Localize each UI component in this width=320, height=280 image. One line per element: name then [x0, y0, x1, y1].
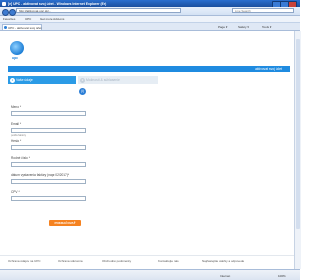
- favorite-item-addons[interactable]: Get more Add-ons: [40, 17, 64, 21]
- birth-number-label: Rodné číslo *: [11, 156, 30, 160]
- continue-button[interactable]: POKRAČOVAŤ: [49, 220, 81, 226]
- page-header-strip: aktivovat svoj účet: [8, 66, 290, 72]
- footer-link-contact[interactable]: Kontaktujte nás: [158, 259, 179, 263]
- forward-icon[interactable]: [9, 8, 16, 16]
- invoice-date-field[interactable]: [11, 179, 86, 184]
- page-content: upc aktivovat svoj účet 1 Vaše údaje 2 M…: [0, 31, 294, 269]
- favorites-button[interactable]: Favorites: [3, 17, 15, 21]
- tab-label: UPC - aktivovat svoj účet: [8, 26, 42, 31]
- status-bar: Internet 100%: [0, 269, 300, 280]
- password-field[interactable]: [11, 145, 86, 150]
- address-input[interactable]: http://aktivovat.upc.sk/...: [16, 8, 181, 14]
- favorite-item-upc[interactable]: UPC: [25, 17, 31, 21]
- footer-link-faq[interactable]: Najčastejšie otázky a odpovede: [202, 259, 244, 263]
- tab-bar: UPC - aktivovat svoj účet Page ▾ Safety …: [0, 23, 300, 31]
- vertical-scrollbar[interactable]: [294, 31, 301, 269]
- footer-link-privacy[interactable]: Ochrana súkromia: [58, 259, 83, 263]
- name-field[interactable]: [11, 111, 86, 116]
- step-2-number: 2: [80, 77, 85, 83]
- tools-menu[interactable]: Tools ▾: [262, 25, 271, 29]
- ie-logo-icon: [2, 1, 6, 6]
- cpv-field[interactable]: [11, 196, 86, 201]
- page-menu[interactable]: Page ▾: [218, 25, 227, 29]
- step-1: 1 Vaše údaje: [8, 76, 76, 84]
- browser-tab[interactable]: UPC - aktivovat svoj účet: [2, 24, 42, 30]
- brand-name: upc: [12, 56, 19, 60]
- upc-favicon-icon: [4, 26, 7, 30]
- step-1-label: Vaše údaje: [16, 78, 33, 82]
- step-2: 2 Možnosti & súhlasenie: [78, 76, 158, 84]
- birth-number-field[interactable]: [11, 162, 86, 167]
- page-title: aktivovat svoj účet: [255, 67, 282, 72]
- step-1-number: 1: [10, 77, 15, 83]
- upc-logo[interactable]: upc: [8, 41, 28, 65]
- zoom-level[interactable]: 100%: [278, 274, 286, 278]
- email-label: Email *: [11, 122, 22, 126]
- info-icon[interactable]: (i): [79, 88, 86, 95]
- footer-link-data-protection[interactable]: Ochrana údajov na UPC: [8, 259, 41, 263]
- email-field[interactable]: [11, 128, 86, 133]
- safety-menu[interactable]: Safety ▾: [238, 25, 249, 29]
- scrollbar-thumb[interactable]: [296, 39, 300, 229]
- name-label: Meno *: [11, 105, 22, 109]
- upc-swirl-icon: [10, 41, 24, 55]
- invoice-date-label: dátum vystavenia faktúry (napr.02/2017)*: [11, 173, 70, 177]
- back-icon[interactable]: [2, 8, 9, 16]
- favorites-bar: Favorites UPC Get more Add-ons: [0, 16, 300, 23]
- cpv-label: CPV *: [11, 190, 20, 194]
- search-input[interactable]: Live Search: [232, 8, 294, 14]
- address-toolbar: http://aktivovat.upc.sk/... Live Search: [0, 7, 300, 16]
- zone-label: Internet: [220, 273, 231, 278]
- email-hint: podľa faktúry: [11, 134, 27, 137]
- window-titlebar: [e] UPC - aktivovat svoj účet - Windows …: [0, 0, 300, 8]
- password-label: Heslo *: [11, 139, 22, 143]
- footer-link-terms[interactable]: Obchodné podmienky: [102, 259, 131, 263]
- step-2-label: Možnosti & súhlasenie: [86, 78, 120, 82]
- page-footer: Ochrana údajov na UPC Ochrana súkromia O…: [0, 255, 294, 266]
- window-title: [e] UPC - aktivovat svoj účet - Windows …: [8, 1, 107, 6]
